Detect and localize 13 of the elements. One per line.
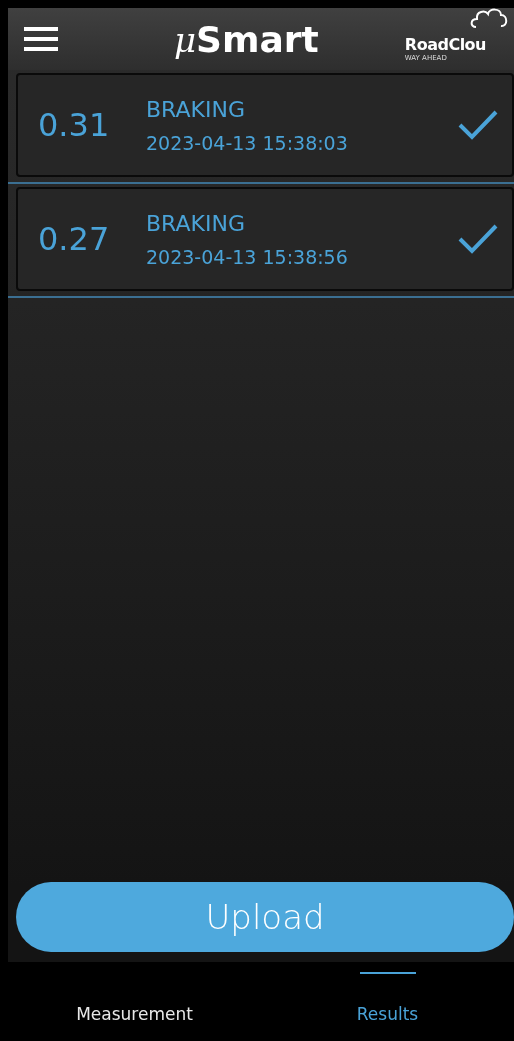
timestamp: 2023-04-13 15:38:56 — [146, 245, 349, 268]
result-value: 0.27 — [37, 220, 111, 258]
result-card[interactable]: 0.27 BRAKING 2023-04-13 15:38:56 — [16, 187, 514, 291]
measurement-type: BRAKING — [146, 96, 246, 122]
measurement-type: BRAKING — [146, 210, 246, 236]
result-value: 0.31 — [37, 106, 111, 144]
timestamp: 2023-04-13 15:38:03 — [146, 131, 349, 154]
result-card[interactable]: 0.31 BRAKING 2023-04-13 15:38:03 — [16, 73, 514, 177]
brand-name: RoadClou — [404, 34, 486, 54]
tab[interactable]: Results — [261, 962, 514, 1041]
mu-symbol: μ — [174, 19, 197, 60]
app-title: Smart — [196, 18, 319, 60]
tab[interactable]: Measurement — [8, 962, 261, 1041]
